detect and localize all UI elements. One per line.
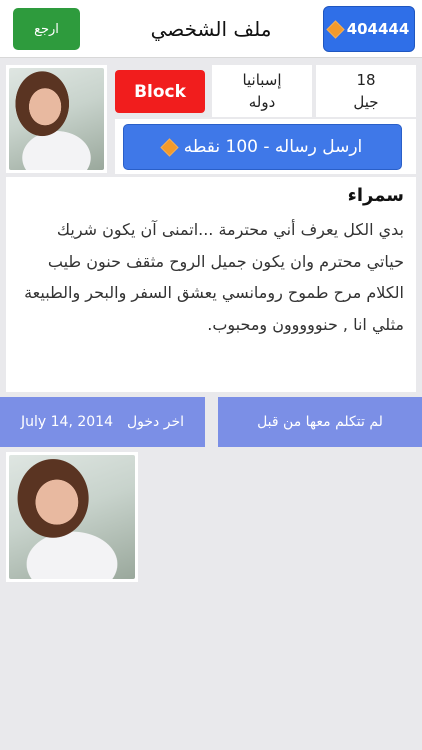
avatar[interactable]: [6, 65, 107, 173]
country-label: دوله: [248, 93, 276, 111]
top-bar: 404444 ملف الشخصي ارجع: [0, 0, 422, 58]
page-title: ملف الشخصي: [150, 17, 272, 41]
last-login-date: July 14, 2014: [21, 414, 113, 430]
last-login-bar: July 14, 2014 اخر دخول: [0, 397, 205, 447]
diamond-icon: [160, 137, 179, 157]
block-button[interactable]: Block: [115, 70, 205, 113]
chat-status-bar: لم تتكلم معها من قبل: [218, 397, 422, 447]
diamond-icon: [325, 19, 345, 39]
last-login-label: اخر دخول: [126, 414, 184, 430]
about-text: بدي الكل يعرف أني محترمة ...اتمنى آن يكو…: [24, 220, 404, 334]
back-button[interactable]: ارجع: [13, 8, 80, 50]
age-value: 18: [356, 71, 376, 89]
age-label: جيل: [353, 93, 379, 111]
profile-name: سمراء: [347, 185, 404, 206]
about-section: سمراء بدي الكل يعرف أني محترمة ...اتمنى …: [6, 177, 416, 392]
age-cell: 18 جيل: [316, 65, 416, 117]
send-message-button[interactable]: ارسل رساله - 100 نقطه: [123, 124, 402, 170]
send-message-label: ارسل رساله - 100 نقطه: [183, 137, 363, 157]
country-value: إسبانيا: [242, 71, 282, 89]
gallery-image: [9, 455, 135, 579]
points-button[interactable]: 404444: [323, 6, 415, 52]
gallery-photo[interactable]: [6, 452, 138, 582]
chat-status: لم تتكلم معها من قبل: [257, 414, 383, 430]
profile-photo: [9, 68, 104, 170]
country-cell: إسبانيا دوله: [212, 65, 312, 117]
points-value: 404444: [346, 20, 410, 38]
